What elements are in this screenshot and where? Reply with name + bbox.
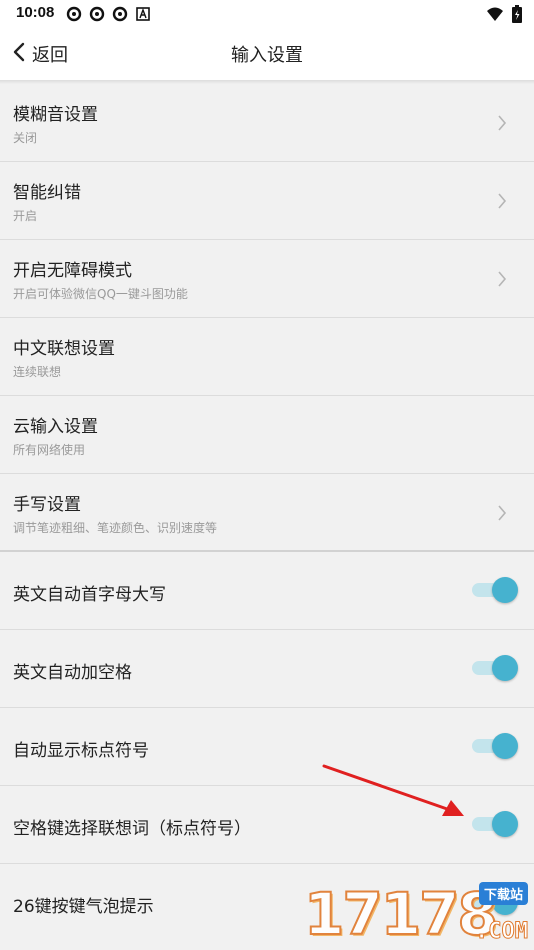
setting-chinese-prediction[interactable]: 中文联想设置 连续联想 <box>0 318 534 396</box>
chevron-right-icon <box>498 271 507 287</box>
setting-cloud-input[interactable]: 云输入设置 所有网络使用 <box>0 396 534 474</box>
setting-subtitle: 关闭 <box>13 131 38 145</box>
setting-title: 自动显示标点符号 <box>13 741 149 761</box>
battery-icon <box>512 5 522 27</box>
setting-subtitle: 开启可体验微信QQ一键斗图功能 <box>13 287 188 301</box>
wifi-icon <box>486 6 504 26</box>
chevron-right-icon <box>498 505 507 521</box>
setting-title: 英文自动加空格 <box>13 663 132 683</box>
setting-title: 云输入设置 <box>13 417 98 437</box>
setting-auto-capitalize: 英文自动首字母大写 <box>0 552 534 630</box>
sync-icon <box>89 6 105 22</box>
settings-screen: 10:08 返回 输入设置 模糊音设置 关闭 智能纠错 开启 开启无障碍模式 开… <box>0 0 534 950</box>
chevron-right-icon <box>498 193 507 209</box>
status-time: 10:08 <box>16 4 55 21</box>
toggle-knob <box>492 811 518 837</box>
toggle-knob <box>492 655 518 681</box>
watermark-tag: 下载站 <box>478 882 528 905</box>
a-notification-icon <box>135 6 151 22</box>
page-title: 输入设置 <box>231 45 303 66</box>
setting-accessibility-mode[interactable]: 开启无障碍模式 开启可体验微信QQ一键斗图功能 <box>0 240 534 318</box>
setting-title: 智能纠错 <box>13 183 81 203</box>
setting-title: 中文联想设置 <box>13 339 115 359</box>
setting-subtitle: 调节笔迹粗细、笔迹颜色、识别速度等 <box>13 521 218 535</box>
setting-handwriting[interactable]: 手写设置 调节笔迹粗细、笔迹颜色、识别速度等 <box>0 474 534 552</box>
status-right-icons <box>486 5 522 27</box>
toggle-switch[interactable] <box>470 576 518 604</box>
watermark-domain: .COM <box>475 919 529 945</box>
setting-fuzzy-pinyin[interactable]: 模糊音设置 关闭 <box>0 84 534 162</box>
setting-title: 26键按键气泡提示 <box>13 897 154 917</box>
watermark-logo: 17178 下载站 .COM <box>303 879 534 950</box>
setting-title: 英文自动首字母大写 <box>13 585 166 605</box>
setting-auto-space: 英文自动加空格 <box>0 630 534 708</box>
toggle-knob <box>492 733 518 759</box>
chevron-right-icon <box>498 115 507 131</box>
status-bar: 10:08 <box>0 0 534 27</box>
setting-subtitle: 所有网络使用 <box>13 443 86 457</box>
sync-icon <box>66 6 82 22</box>
sync-icon <box>112 6 128 22</box>
annotation-arrow-icon <box>322 764 464 816</box>
toggle-switch[interactable] <box>470 810 518 838</box>
top-app-bar: 返回 输入设置 <box>0 27 534 80</box>
setting-smart-correction[interactable]: 智能纠错 开启 <box>0 162 534 240</box>
setting-title: 开启无障碍模式 <box>13 261 132 281</box>
setting-subtitle: 连续联想 <box>13 365 62 379</box>
toggle-switch[interactable] <box>470 654 518 682</box>
toggle-switch[interactable] <box>470 732 518 760</box>
setting-subtitle: 开启 <box>13 209 38 223</box>
setting-title: 空格键选择联想词（标点符号） <box>13 819 251 839</box>
status-left-icons <box>66 6 151 22</box>
watermark-digits: 17178 <box>303 879 499 949</box>
setting-title: 模糊音设置 <box>13 105 98 125</box>
setting-title: 手写设置 <box>13 495 81 515</box>
toggle-knob <box>492 577 518 603</box>
